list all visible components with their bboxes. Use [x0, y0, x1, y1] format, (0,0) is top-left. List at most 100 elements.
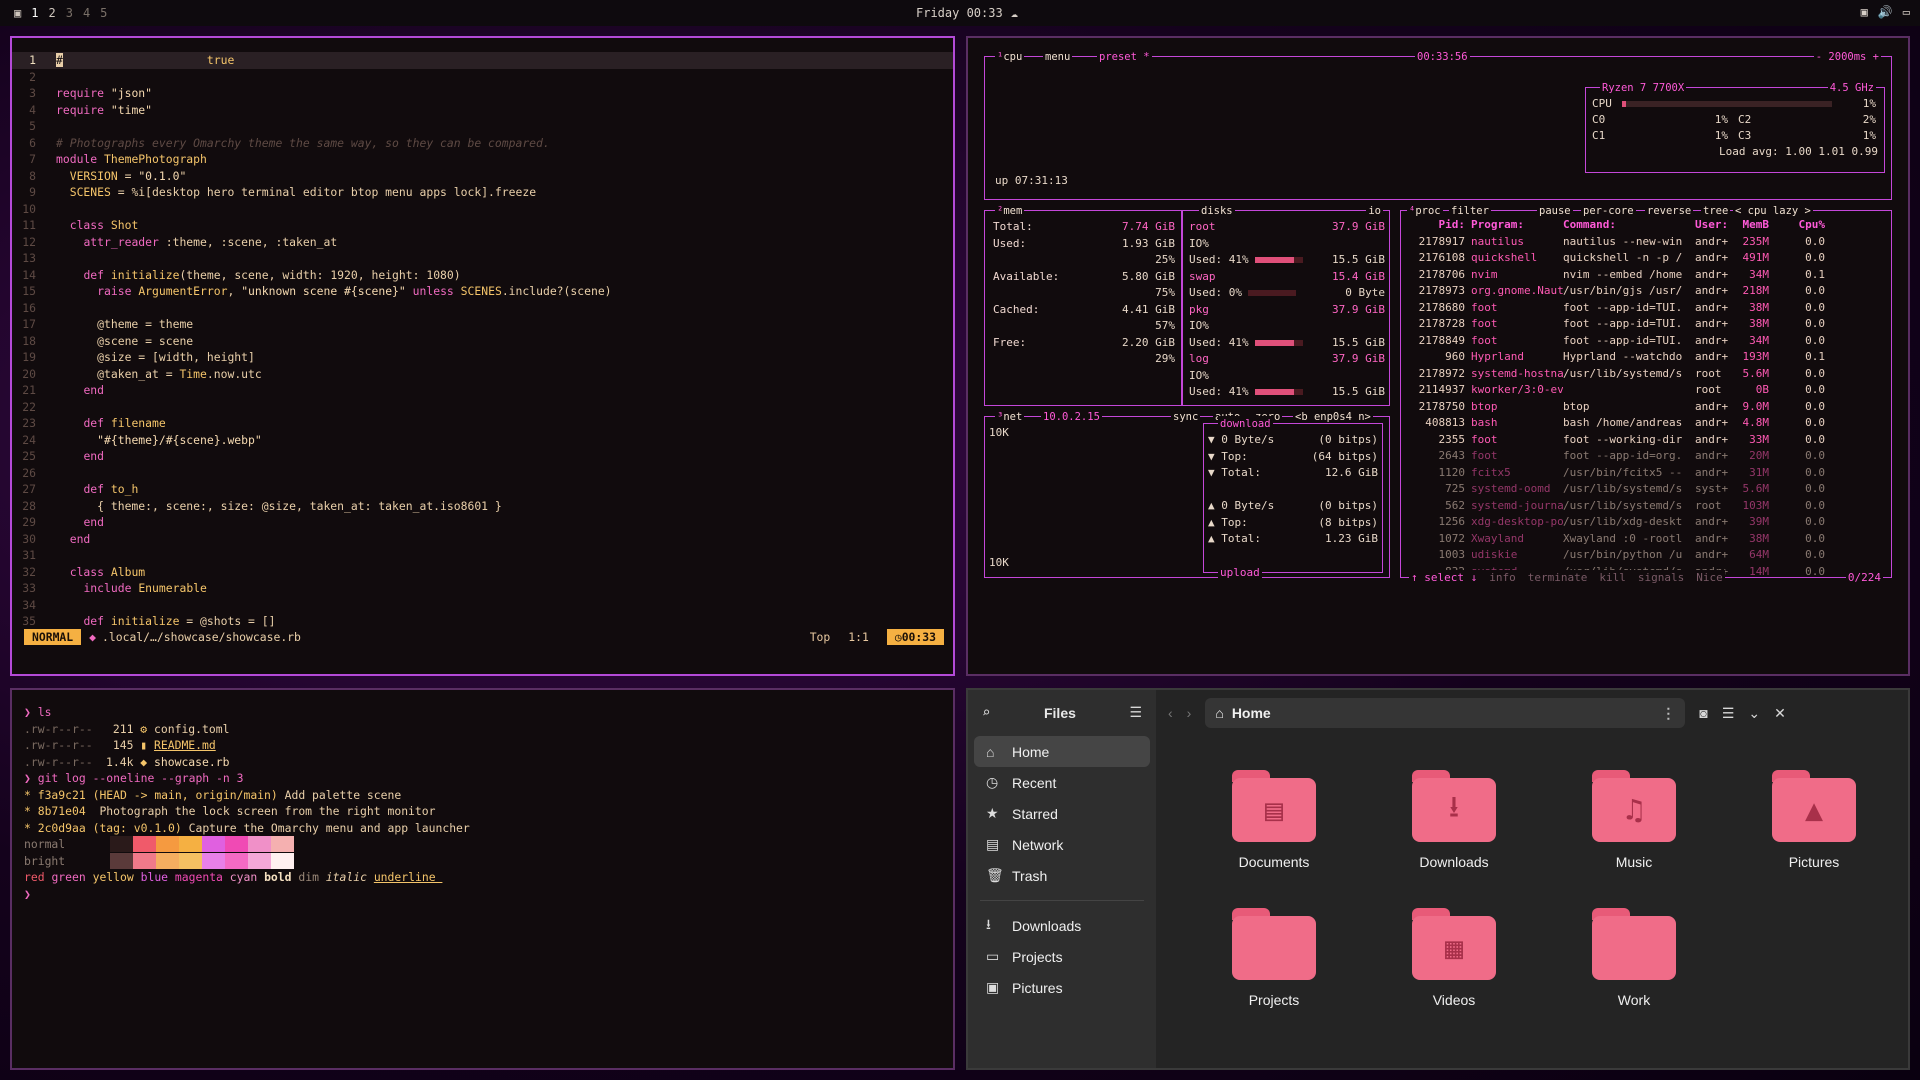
forward-icon[interactable]: › — [1187, 705, 1192, 721]
editor-line[interactable]: 30 end — [12, 531, 953, 548]
btop-cpu-title[interactable]: ¹cpu — [995, 49, 1025, 66]
editor-line[interactable]: 29 end — [12, 514, 953, 531]
proc-row[interactable]: 2178680 foot foot --app-id=TUI. andr+ 38M 0.0 — [1403, 300, 1889, 317]
chevron-down-icon[interactable]: ⌄ — [1748, 705, 1760, 722]
proc-row[interactable]: 725 systemd-oomd/usr/lib/systemd/s syst+ 5.… — [1403, 481, 1889, 498]
folder-downloads[interactable]: ⭳ Downloads — [1364, 770, 1544, 870]
editor-window[interactable]: 1 # true 2 3 require "json" 4 require "time" 5 6… — [10, 36, 955, 676]
sidebar-item-home[interactable]: ⌂ Home — [974, 736, 1150, 767]
editor-line[interactable]: 23 def filename — [12, 415, 953, 432]
sidebar-item-recent[interactable]: ◷ Recent — [974, 767, 1150, 798]
folder-music[interactable]: ♫ Music — [1544, 770, 1724, 870]
btop-menu-button[interactable]: menu — [1043, 49, 1073, 66]
editor-line[interactable]: 7 module ThemePhotograph — [12, 151, 953, 168]
proc-row[interactable]: 2178973 org.gnome.Nauti/usr/bin/gjs /usr/… — [1403, 283, 1889, 300]
proc-row[interactable]: 1256 xdg-desktop-por/usr/lib/xdg-deskt and… — [1403, 514, 1889, 531]
editor-buffer[interactable]: 1 # true 2 3 require "json" 4 require "time" 5 6… — [12, 52, 953, 630]
volume-icon[interactable]: 🔊 — [1878, 5, 1893, 19]
proc-row[interactable]: 2178750 btop btop andr+ 9.0M 0.0 — [1403, 399, 1889, 416]
editor-line[interactable]: 21 end — [12, 382, 953, 399]
workspace-4[interactable]: 4 — [83, 6, 90, 20]
editor-line[interactable]: 19 @size = [width, height] — [12, 349, 953, 366]
folder-pictures[interactable]: ▲ Pictures — [1724, 770, 1904, 870]
editor-line[interactable]: 20 @taken_at = Time.now.utc — [12, 366, 953, 383]
editor-line[interactable]: 18 @scene = scene — [12, 333, 953, 350]
display-icon[interactable]: ▭ — [1903, 5, 1910, 19]
folder-work[interactable]: Work — [1544, 908, 1724, 1008]
sidebar-item-pictures[interactable]: ▣ Pictures — [974, 972, 1150, 1003]
editor-line[interactable]: 12 attr_reader :theme, :scene, :taken_at — [12, 234, 953, 251]
editor-line[interactable]: 14 def initialize(theme, scene, width: 1… — [12, 267, 953, 284]
launcher-icon[interactable]: ▣ — [14, 6, 21, 20]
editor-line[interactable]: 28 { theme:, scene:, size: @size, taken_… — [12, 498, 953, 515]
editor-line[interactable]: 34 — [12, 597, 953, 614]
proc-header-cell[interactable]: Command: — [1563, 217, 1695, 234]
editor-line[interactable]: 17 @theme = theme — [12, 316, 953, 333]
editor-line[interactable]: 24 "#{theme}/#{scene}.webp" — [12, 432, 953, 449]
editor-line[interactable]: 13 — [12, 250, 953, 267]
folder-videos[interactable]: ▦ Videos — [1364, 908, 1544, 1008]
sidebar-item-trash[interactable]: 🗑 Trash — [974, 860, 1150, 891]
sidebar-item-projects[interactable]: ▭ Projects — [974, 941, 1150, 972]
editor-line[interactable]: 33 include Enumerable — [12, 580, 953, 597]
file-name[interactable]: showcase.rb — [154, 755, 229, 769]
editor-line[interactable]: 22 — [12, 399, 953, 416]
back-icon[interactable]: ‹ — [1168, 705, 1173, 721]
btop-preset-button[interactable]: preset * — [1097, 49, 1152, 66]
camera-icon[interactable]: ◙ — [1699, 705, 1707, 721]
menu-icon[interactable]: ☰ — [1129, 705, 1142, 721]
proc-header-cell[interactable]: Program: — [1471, 217, 1563, 234]
terminal-output[interactable]: ❯ ls .rw-r--r-- 211 ⚙ config.toml .rw-r--r… — [24, 704, 470, 902]
proc-row[interactable]: 2178972 systemd-hostnam/usr/lib/systemd/s… — [1403, 366, 1889, 383]
editor-line[interactable]: 11 class Shot — [12, 217, 953, 234]
editor-line[interactable]: 1 # true — [12, 52, 953, 69]
proc-header-cell[interactable]: User: — [1695, 217, 1733, 234]
proc-row[interactable]: 1120 fcitx5/usr/bin/fcitx5 -- andr+ 31M 0.0 — [1403, 465, 1889, 482]
proc-row[interactable]: 960 Hyprland Hyprland --watchdo andr+ 193M 0.… — [1403, 349, 1889, 366]
proc-footer-item[interactable]: terminate — [1528, 570, 1588, 587]
files-window[interactable]: ⌕ Files ☰ ⌂ Home ◷ Recent ★ Starred ▤ Network 🗑 T… — [966, 688, 1910, 1070]
file-name[interactable]: config.toml — [154, 722, 229, 736]
editor-line[interactable]: 3 require "json" — [12, 85, 953, 102]
proc-row[interactable]: 562 systemd-journal/usr/lib/systemd/s root… — [1403, 498, 1889, 515]
sidebar-item-network[interactable]: ▤ Network — [974, 829, 1150, 860]
proc-row[interactable]: 1003 udiskie/usr/bin/python /u andr+ 64M 0.0 — [1403, 547, 1889, 564]
editor-line[interactable]: 5 — [12, 118, 953, 135]
editor-line[interactable]: 25 end — [12, 448, 953, 465]
editor-line[interactable]: 27 def to_h — [12, 481, 953, 498]
editor-line[interactable]: 16 — [12, 300, 953, 317]
editor-line[interactable]: 10 — [12, 201, 953, 218]
path-bar[interactable]: ⌂ Home ⋮ — [1205, 698, 1686, 728]
btop-window[interactable]: ¹cpu menu preset * 00:33:56 - 2000ms + R… — [966, 36, 1910, 676]
clock[interactable]: Friday 00:33 ☁ — [916, 6, 1018, 20]
proc-footer-item[interactable]: Nice — [1696, 570, 1723, 587]
net-sync[interactable]: sync — [1171, 409, 1201, 426]
proc-footer-item[interactable]: ↑ select ↓ — [1411, 570, 1477, 587]
btop-io-toggle[interactable]: io — [1366, 203, 1383, 220]
editor-line[interactable]: 4 require "time" — [12, 102, 953, 119]
workspace-3[interactable]: 3 — [66, 6, 73, 20]
workspace-2[interactable]: 2 — [48, 6, 55, 20]
folder-projects[interactable]: Projects — [1184, 908, 1364, 1008]
editor-line[interactable]: 9 SCENES = %i[desktop hero terminal edit… — [12, 184, 953, 201]
sidebar-item-downloads[interactable]: ⭳ Downloads — [974, 910, 1150, 941]
workspace-5[interactable]: 5 — [100, 6, 107, 20]
editor-line[interactable]: 26 — [12, 465, 953, 482]
proc-header-cell[interactable]: Pid: — [1403, 217, 1471, 234]
editor-line[interactable]: 31 — [12, 547, 953, 564]
close-icon[interactable]: ✕ — [1774, 705, 1786, 722]
process-table[interactable]: Pid: Program: Command: User: MemB Cpu% 2178917… — [1403, 217, 1889, 580]
proc-header-cell[interactable]: MemB — [1733, 217, 1770, 234]
final-prompt[interactable]: ❯ — [24, 887, 31, 901]
proc-row[interactable]: 2178917 nautilus nautilus --new-win andr+ 23… — [1403, 234, 1889, 251]
proc-footer-item[interactable]: signals — [1638, 570, 1684, 587]
list-view-icon[interactable]: ☰ — [1722, 705, 1735, 722]
editor-line[interactable]: 2 — [12, 69, 953, 86]
terminal-window[interactable]: ❯ ls .rw-r--r-- 211 ⚙ config.toml .rw-r--r… — [10, 688, 955, 1070]
proc-row[interactable]: 408813 bash bash /home/andreas andr+ 4.8M 0.0 — [1403, 415, 1889, 432]
screen-icon[interactable]: ▣ — [1861, 5, 1868, 19]
btop-net-title[interactable]: ³net — [995, 409, 1025, 426]
editor-line[interactable]: 32 class Album — [12, 564, 953, 581]
editor-line[interactable]: 8 VERSION = "0.1.0" — [12, 168, 953, 185]
proc-row[interactable]: 2355 foot foot --working-dir andr+ 33M 0.0 — [1403, 432, 1889, 449]
